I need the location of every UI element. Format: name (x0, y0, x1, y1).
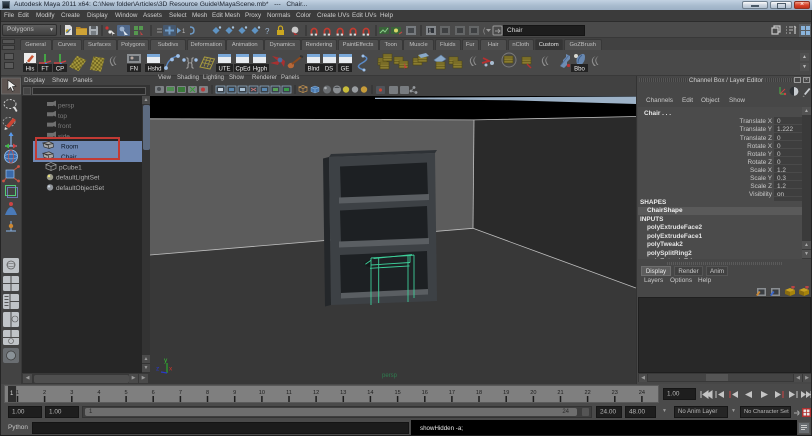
svg-text:Room: Room (61, 144, 78, 151)
svg-text:Hshd: Hshd (147, 67, 161, 73)
svg-text:10: 10 (259, 390, 265, 396)
svg-text:23: 23 (612, 390, 618, 396)
svg-text:16: 16 (422, 390, 428, 396)
svg-text:His: His (26, 67, 35, 73)
svg-text:side: side (58, 133, 70, 140)
svg-text:6: 6 (152, 390, 155, 396)
svg-text:persp: persp (58, 103, 75, 110)
svg-text:17: 17 (449, 390, 455, 396)
svg-text:Bbo: Bbo (574, 67, 585, 73)
svg-text:5: 5 (125, 390, 128, 396)
svg-text:Hgph: Hgph (253, 67, 267, 73)
svg-text:pCube1: pCube1 (59, 164, 82, 171)
svg-text:FN: FN (130, 67, 138, 73)
svg-text:4: 4 (97, 390, 100, 396)
svg-text:front: front (58, 123, 71, 130)
svg-text:top: top (58, 113, 67, 120)
svg-text:15: 15 (394, 390, 400, 396)
svg-text:18: 18 (476, 390, 482, 396)
svg-text:12: 12 (313, 390, 319, 396)
svg-text:DS: DS (325, 67, 333, 73)
svg-text:14: 14 (367, 390, 373, 396)
svg-text:CpEd: CpEd (235, 67, 250, 73)
svg-text:3: 3 (70, 390, 73, 396)
svg-text:1: 1 (182, 29, 186, 35)
svg-text:?: ? (265, 27, 270, 36)
svg-text:2: 2 (43, 390, 46, 396)
svg-text:1: 1 (429, 29, 432, 35)
svg-text:9: 9 (233, 390, 236, 396)
svg-text:persp: persp (382, 373, 398, 379)
svg-text:1: 1 (16, 390, 19, 396)
svg-text:z: z (156, 366, 159, 373)
svg-text:24: 24 (639, 390, 645, 396)
svg-text:UTE: UTE (219, 67, 231, 73)
svg-text:22: 22 (584, 390, 590, 396)
svg-text:GE: GE (341, 67, 350, 73)
svg-text:19: 19 (503, 390, 509, 396)
svg-text:13: 13 (340, 390, 346, 396)
svg-text:8: 8 (206, 390, 209, 396)
svg-text:CP: CP (56, 67, 64, 73)
svg-text:20: 20 (530, 390, 536, 396)
svg-text:11: 11 (286, 390, 292, 396)
svg-text:7: 7 (179, 390, 182, 396)
svg-text:FT: FT (41, 67, 49, 73)
svg-text:21: 21 (557, 390, 563, 396)
svg-text:defaultLightSet: defaultLightSet (56, 175, 100, 182)
svg-text:defaultObjectSet: defaultObjectSet (56, 185, 104, 192)
svg-text:}{: }{ (186, 55, 194, 69)
svg-text:Blnd: Blnd (307, 67, 319, 73)
svg-text:(: ( (483, 28, 486, 35)
